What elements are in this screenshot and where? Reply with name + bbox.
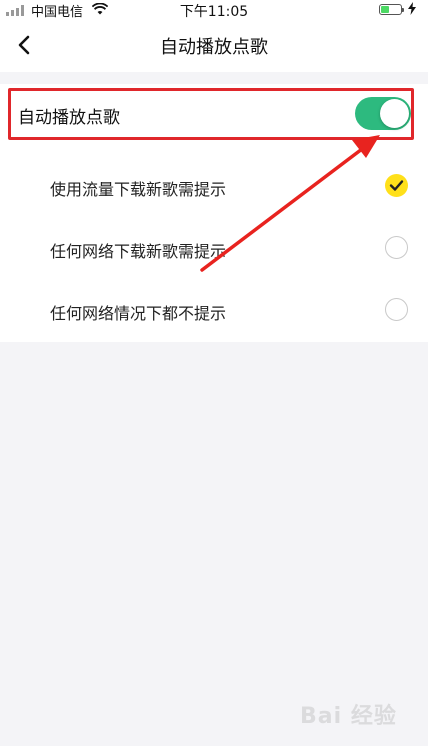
status-bar: 中国电信 下午11:05	[0, 0, 428, 20]
radio-unchecked[interactable]	[385, 298, 408, 321]
auto-play-switch[interactable]	[355, 97, 411, 130]
radio-unchecked[interactable]	[385, 236, 408, 259]
watermark-logo: Bai 经验	[300, 696, 410, 730]
option-label: 使用流量下载新歌需提示	[50, 180, 227, 199]
auto-play-row: 自动播放点歌	[8, 88, 414, 140]
option-cellular-prompt[interactable]: 使用流量下载新歌需提示	[0, 158, 428, 214]
watermark-text: Bai 经验	[300, 704, 397, 729]
charging-icon	[408, 2, 416, 15]
option-any-network-prompt[interactable]: 任何网络下载新歌需提示	[0, 220, 428, 276]
battery-icon	[379, 4, 404, 15]
auto-play-label: 自动播放点歌	[18, 108, 120, 128]
nav-bar: 自动播放点歌	[0, 20, 428, 72]
screen: 中国电信 下午11:05 自动播放点歌 自动播放点歌 使用流量下载新歌需提示 任…	[0, 0, 428, 746]
option-label: 任何网络下载新歌需提示	[50, 242, 227, 261]
checkmark-icon	[389, 180, 404, 191]
switch-knob	[380, 99, 409, 128]
radio-checked[interactable]	[385, 174, 408, 197]
option-label: 任何网络情况下都不提示	[50, 304, 227, 323]
page-title: 自动播放点歌	[160, 37, 268, 58]
settings-card: 自动播放点歌 使用流量下载新歌需提示 任何网络下载新歌需提示 任何网络情况下都不…	[0, 84, 428, 342]
status-time: 下午11:05	[179, 4, 249, 20]
option-never-prompt[interactable]: 任何网络情况下都不提示	[0, 282, 428, 338]
